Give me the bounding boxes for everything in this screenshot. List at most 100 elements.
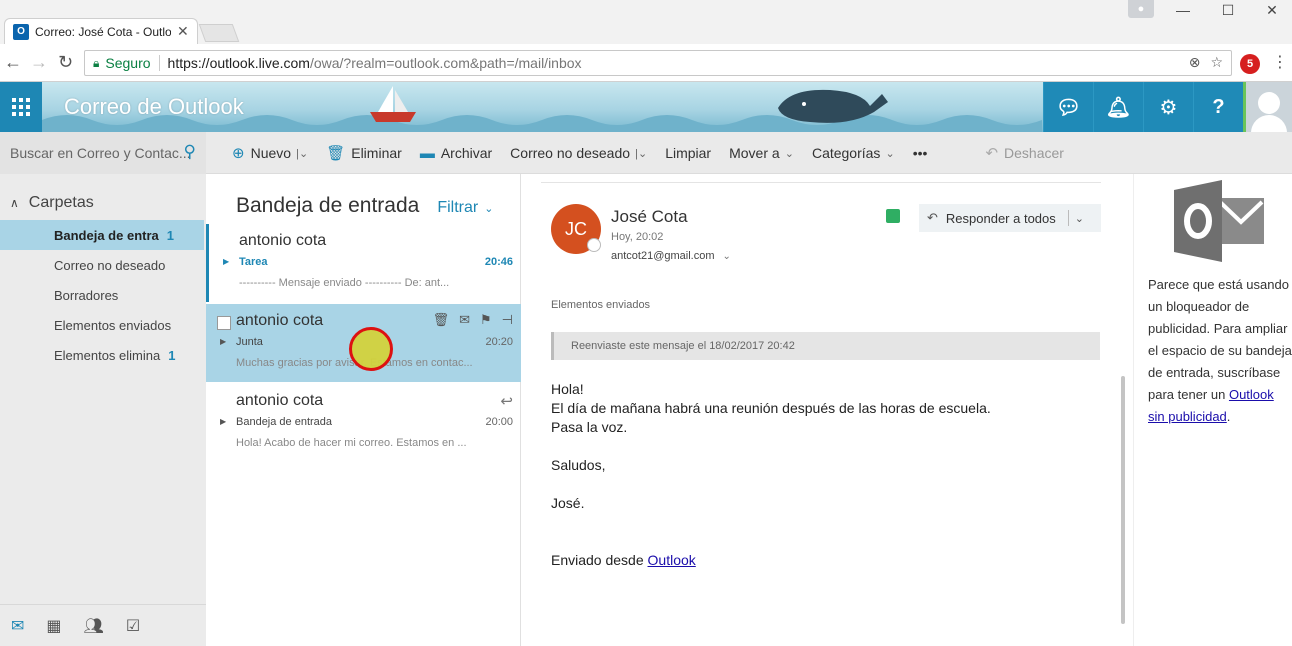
folder-label: Correo no deseado	[54, 257, 166, 273]
folder-sent[interactable]: Elementos enviados	[0, 310, 204, 340]
reply-all-icon: ↶	[927, 210, 938, 225]
browser-menu-icon[interactable]: ⋮	[1272, 52, 1288, 72]
forward-icon[interactable]: →	[30, 52, 48, 73]
url-path: /owa/?realm=outlook.com&path=/mail/inbox	[309, 55, 582, 71]
calendar-icon[interactable]: ▦	[46, 616, 61, 636]
body-line: José.	[551, 495, 585, 511]
expand-icon[interactable]: ▶	[220, 337, 226, 346]
settings-button[interactable]: ⚙	[1143, 82, 1193, 132]
outlook-logo-icon	[1174, 180, 1264, 262]
blocked-popup-icon[interactable]: ⊗	[1189, 54, 1201, 71]
message-list: Bandeja de entrada Filtrar ⌄ antonio cota…	[206, 174, 521, 646]
sailboat-icon	[370, 86, 416, 122]
scroll-thumb[interactable]	[1121, 376, 1125, 624]
folder-deleted[interactable]: Elementos elimina 1	[0, 340, 204, 370]
body-line: Pasa la voz.	[551, 419, 628, 435]
undo-button[interactable]: ↶ Deshacer	[985, 144, 1064, 162]
chevron-down-icon[interactable]: |⌄	[293, 147, 308, 160]
chevron-down-icon[interactable]: ⌄	[723, 251, 731, 262]
message-subject: Tarea	[239, 256, 268, 268]
junk-button[interactable]: Correo no deseado |⌄	[510, 145, 647, 161]
message-folder: Elementos enviados	[551, 299, 651, 311]
folder-label: Bandeja de entra	[54, 227, 159, 243]
trash-icon[interactable]: 🗑︎	[433, 312, 450, 328]
outlook-header: Correo de Outlook 💬︎ 🔔︎ ⚙ ?	[0, 82, 1292, 132]
evernote-icon[interactable]	[886, 209, 900, 223]
tasks-icon[interactable]: ☑	[126, 616, 140, 636]
mark-read-icon[interactable]: ✉	[459, 312, 470, 328]
sweep-button[interactable]: Limpiar	[665, 145, 711, 161]
reading-pane: JC José Cota Hoy, 20:02 antcot21@gmail.c…	[521, 174, 1133, 646]
reload-icon[interactable]: ↻	[58, 52, 73, 73]
folders-toggle[interactable]: ∧ Carpetas	[10, 194, 94, 212]
sender-name[interactable]: José Cota	[611, 207, 688, 227]
replied-icon: ↩	[500, 393, 513, 410]
search-input[interactable]: Buscar en Correo y Contac... ⚲	[0, 132, 206, 174]
reply-all-button[interactable]: ↶ Responder a todos ⌄	[919, 204, 1101, 232]
user-profile-icon[interactable]: ●	[1128, 0, 1154, 18]
message-preview: Hola! Acabo de hacer mi correo. Estamos …	[236, 437, 467, 449]
message-body: Hola! El día de mañana habrá una reunión…	[551, 380, 991, 570]
folder-inbox[interactable]: Bandeja de entra 1	[0, 220, 204, 250]
list-item[interactable]: antonio cota ↩ ▶ Bandeja de entrada 20:0…	[206, 384, 521, 462]
divider	[1067, 210, 1069, 226]
browser-tab[interactable]: O Correo: José Cota - Outlook ✕	[4, 18, 198, 44]
folder-label: Elementos elimina	[54, 347, 161, 363]
archive-icon: ▬	[419, 144, 435, 162]
new-button[interactable]: ⊕ Nuevo |⌄	[232, 144, 308, 162]
message-time: 20:00	[485, 416, 513, 428]
user-avatar[interactable]	[1246, 82, 1292, 132]
categories-button[interactable]: Categorías ⌄	[812, 145, 895, 161]
folder-drafts[interactable]: Borradores	[0, 280, 204, 310]
list-title: Bandeja de entrada	[236, 194, 420, 217]
gear-icon: ⚙	[1159, 96, 1178, 119]
archive-button[interactable]: ▬ Archivar	[420, 145, 492, 162]
delete-label: Eliminar	[351, 145, 402, 161]
reading-scrollbar[interactable]	[1119, 176, 1127, 642]
list-item[interactable]: antonio cota ▶ Tarea 20:46 ---------- Me…	[206, 224, 521, 302]
mail-icon[interactable]: ✉	[11, 616, 24, 636]
folder-junk[interactable]: Correo no deseado	[0, 250, 204, 280]
minimize-icon[interactable]: —	[1163, 2, 1203, 18]
help-button[interactable]: ?	[1193, 82, 1243, 132]
app-title: Correo de Outlook	[64, 94, 244, 119]
chat-button[interactable]: 💬︎	[1043, 82, 1093, 132]
message-checkbox[interactable]	[217, 316, 231, 330]
move-button[interactable]: Mover a ⌄	[729, 145, 794, 161]
expand-icon[interactable]: ▶	[220, 417, 226, 426]
people-icon[interactable]: 👥︎	[84, 616, 104, 636]
new-tab-button[interactable]	[198, 24, 240, 42]
search-icon[interactable]: ⚲	[184, 142, 196, 162]
more-actions-button[interactable]: •••	[913, 145, 928, 161]
extension-icon[interactable]: 5	[1240, 54, 1260, 74]
reply-all-label: Responder a todos	[945, 210, 1056, 226]
secure-label: Seguro	[105, 55, 151, 71]
archive-label: Archivar	[440, 145, 493, 161]
url-input[interactable]: 🔒︎ Seguro https://outlook.live.com /owa/…	[84, 50, 1232, 76]
delete-button[interactable]: 🗑︎ Eliminar	[326, 144, 402, 162]
plus-icon: ⊕	[232, 145, 245, 162]
notifications-button[interactable]: 🔔︎	[1093, 82, 1143, 132]
click-indicator	[349, 327, 393, 371]
maximize-icon[interactable]: ☐	[1208, 2, 1248, 19]
chevron-up-icon: ∧	[10, 196, 19, 210]
recipient-email[interactable]: antcot21@gmail.com	[611, 250, 715, 262]
outlook-link[interactable]: Outlook	[648, 552, 696, 568]
chevron-down-icon[interactable]: ⌄	[1075, 212, 1084, 225]
recipient-line: antcot21@gmail.com ⌄	[611, 250, 731, 262]
command-bar: Buscar en Correo y Contac... ⚲ ⊕ Nuevo |⌄…	[0, 132, 1292, 174]
flag-icon[interactable]: ⚑	[480, 312, 492, 328]
chevron-down-icon[interactable]: |⌄	[632, 147, 647, 160]
close-tab-icon[interactable]: ✕	[177, 23, 189, 40]
categories-label: Categorías	[811, 145, 881, 161]
bookmark-star-icon[interactable]: ☆	[1210, 54, 1223, 71]
expand-icon[interactable]: ▶	[223, 257, 229, 266]
undo-label: Deshacer	[1004, 145, 1064, 161]
back-icon[interactable]: ←	[4, 52, 22, 73]
junk-label: Correo no deseado	[510, 145, 631, 161]
app-launcher-button[interactable]	[0, 82, 42, 132]
close-window-icon[interactable]: ✕	[1252, 2, 1292, 19]
filter-button[interactable]: Filtrar ⌄	[437, 199, 493, 217]
message-sender: antonio cota	[236, 392, 324, 409]
pin-icon[interactable]: ⊣	[502, 312, 513, 328]
